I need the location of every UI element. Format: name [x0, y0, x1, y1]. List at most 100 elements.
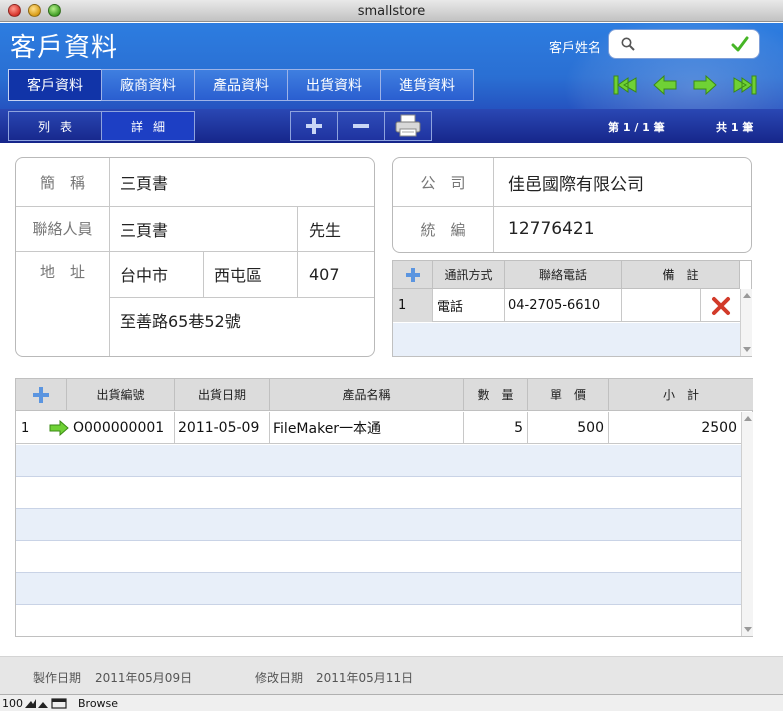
delete-contact-button[interactable] [701, 289, 740, 322]
contact-phone-cell[interactable]: 04-2705-6610 [505, 289, 622, 322]
shipment-orders-portal: 出貨編號 出貨日期 產品名稱 數 量 單 價 小 計 1 O000000001 … [15, 378, 753, 637]
header: 客戶資料 客戶姓名 客戶資料 廠商資料 產品資料 出貨資料 進貨資料 列表 詳細… [0, 23, 783, 143]
created-date-value: 2011年05月09日 [95, 671, 193, 685]
quantity-header: 數 量 [464, 379, 528, 411]
row-index: 1 [21, 420, 30, 436]
scroll-up-arrow[interactable] [744, 416, 752, 421]
detail-view-button[interactable]: 詳細 [101, 111, 195, 141]
plus-icon [33, 386, 49, 403]
plus-icon [405, 267, 420, 282]
record-navigation [612, 73, 758, 97]
zoom-icons[interactable] [24, 698, 68, 709]
record-total: 共 1 筆 [716, 121, 754, 134]
empty-row [16, 509, 741, 541]
contacts-scrollbar[interactable] [740, 289, 752, 356]
empty-row [16, 445, 741, 477]
mode-label: Browse [78, 697, 119, 710]
new-record-button[interactable] [290, 111, 338, 141]
title-bar: smallstore [0, 0, 783, 22]
company-label: 公 司 [420, 173, 466, 192]
empty-row [16, 573, 741, 605]
contact-person-label: 聯絡人員 [32, 220, 93, 238]
print-button[interactable] [384, 111, 432, 141]
contact-note-header: 備 註 [622, 261, 740, 289]
scroll-down-arrow[interactable] [743, 347, 751, 352]
unit-price-header: 單 價 [528, 379, 609, 411]
add-contact-button[interactable] [393, 261, 433, 289]
customer-info-panel: 簡 稱 三頁書 聯絡人員 三頁書 先生 地 址 台中市 西屯區 407 至善路6… [15, 157, 375, 357]
street-field[interactable]: 至善路65巷52號 [120, 297, 370, 343]
modified-date-value: 2011年05月11日 [316, 671, 414, 685]
tab-customers[interactable]: 客戶資料 [8, 69, 102, 101]
orders-scrollbar[interactable] [741, 412, 753, 636]
city-field[interactable]: 台中市 [120, 251, 200, 297]
zip-field[interactable]: 407 [309, 251, 369, 297]
contact-methods-portal: 通訊方式 聯絡電話 備 註 1 電話 04-2705-6610 [392, 260, 752, 357]
empty-row [16, 605, 741, 637]
scroll-down-arrow[interactable] [744, 627, 752, 632]
company-info-panel: 公 司 佳邑國際有限公司 統 編 12776421 [392, 157, 752, 253]
record-footer: 製作日期 2011年05月09日 修改日期 2011年05月11日 [0, 656, 783, 694]
view-toggle: 列表 詳細 [8, 111, 195, 141]
order-date-header: 出貨日期 [175, 379, 270, 411]
district-field[interactable]: 西屯區 [214, 251, 294, 297]
page-title: 客戶資料 [10, 33, 119, 63]
customer-name-search-input[interactable] [643, 35, 731, 53]
check-icon[interactable] [731, 36, 749, 52]
scroll-up-arrow[interactable] [743, 293, 751, 298]
search-box[interactable] [608, 29, 760, 59]
empty-row [16, 477, 741, 509]
order-date-cell[interactable]: 2011-05-09 [175, 412, 270, 444]
contact-note-cell[interactable] [622, 289, 701, 322]
minus-icon [353, 124, 369, 128]
add-order-button[interactable] [16, 379, 67, 411]
last-record-icon[interactable] [732, 73, 758, 97]
edit-tools [290, 111, 432, 141]
list-view-button[interactable]: 列表 [8, 111, 102, 141]
delete-record-button[interactable] [337, 111, 385, 141]
zoom-level[interactable]: 100 [2, 697, 23, 710]
contact-title-field[interactable]: 先生 [309, 206, 369, 251]
tab-shipments[interactable]: 出貨資料 [287, 69, 381, 101]
record-position: 第 1 / 1 筆 [608, 121, 665, 134]
app-window: smallstore 客戶資料 客戶姓名 客戶資料 廠商資料 產品資料 出貨資料… [0, 0, 783, 711]
contact-method-header: 通訊方式 [433, 261, 505, 289]
modified-date-label: 修改日期 [255, 671, 304, 685]
empty-row [393, 323, 740, 356]
empty-row [16, 541, 741, 573]
subtotal-header: 小 計 [609, 379, 753, 411]
previous-record-icon[interactable] [652, 73, 678, 97]
plus-icon [306, 118, 322, 134]
status-bar: 100 Browse [0, 694, 783, 711]
order-number-cell[interactable]: O000000001 [73, 412, 175, 444]
printer-icon [395, 114, 421, 137]
short-name-field[interactable]: 三頁書 [120, 158, 370, 206]
window-title: smallstore [357, 4, 426, 19]
tab-vendors[interactable]: 廠商資料 [101, 69, 195, 101]
unit-price-cell[interactable]: 500 [528, 412, 609, 444]
arrow-right-icon [49, 420, 69, 436]
contact-method-cell[interactable]: 電話 [433, 289, 505, 322]
contact-person-field[interactable]: 三頁書 [120, 206, 290, 251]
main-tabs: 客戶資料 廠商資料 產品資料 出貨資料 進貨資料 [8, 69, 474, 101]
subtotal-cell[interactable]: 2500 [609, 412, 741, 444]
quantity-cell[interactable]: 5 [464, 412, 528, 444]
product-name-cell[interactable]: FileMaker一本通 [270, 412, 464, 444]
next-record-icon[interactable] [692, 73, 718, 97]
address-label: 地 址 [39, 262, 85, 281]
tab-products[interactable]: 產品資料 [194, 69, 288, 101]
product-name-header: 產品名稱 [270, 379, 464, 411]
company-field[interactable]: 佳邑國際有限公司 [508, 158, 748, 206]
tax-id-field[interactable]: 12776421 [508, 206, 748, 252]
contact-phone-header: 聯絡電話 [505, 261, 622, 289]
search-icon [621, 37, 635, 51]
table-row: 1 O000000001 2011-05-09 FileMaker一本通 5 5… [16, 412, 741, 444]
tab-purchases[interactable]: 進貨資料 [380, 69, 474, 101]
delete-x-icon [711, 296, 730, 315]
go-to-order-button[interactable] [49, 412, 73, 444]
search-label: 客戶姓名 [549, 41, 602, 56]
toolbar: 列表 詳細 第 1 / 1 筆 共 1 筆 [0, 109, 783, 143]
table-row: 1 電話 04-2705-6610 [393, 289, 740, 322]
order-number-header: 出貨編號 [67, 379, 175, 411]
first-record-icon[interactable] [612, 73, 638, 97]
